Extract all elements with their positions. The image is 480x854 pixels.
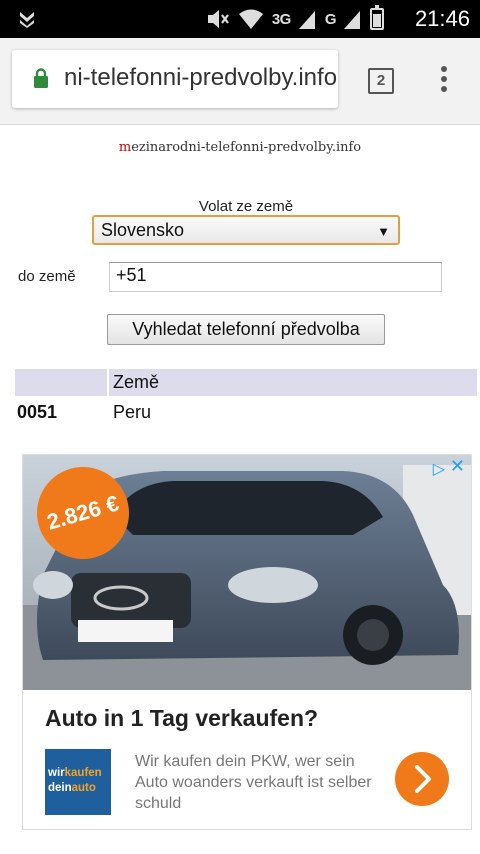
- site-name-text: ezinarodni-telefonni-predvolby.info: [131, 140, 362, 155]
- from-country-value: Slovensko: [101, 220, 185, 240]
- ad-cta-button[interactable]: [395, 752, 449, 806]
- advertisement[interactable]: 2.826 € ▷ ✕ Auto in 1 Tag verkaufen? wir…: [22, 454, 472, 830]
- browser-toolbar: ni-telefonni-predvolby.info 2: [0, 38, 480, 125]
- site-name: mezinarodni-telefonni-predvolby.info: [0, 140, 480, 155]
- close-icon[interactable]: ✕: [450, 456, 465, 477]
- result-country: Peru: [113, 402, 152, 422]
- wifi-icon: [238, 9, 263, 29]
- battery-icon: [370, 5, 384, 30]
- signal-1-icon: [298, 11, 315, 29]
- results-header-country: Země: [113, 372, 160, 392]
- chevron-right-icon: [415, 765, 431, 793]
- logo-word-wir: wir: [48, 767, 65, 779]
- from-country-label: Volat ze země: [198, 198, 294, 215]
- results-header-country-cell: Země: [109, 369, 477, 396]
- results-header: Země: [15, 369, 477, 396]
- logo-word-dein: dein: [48, 782, 72, 794]
- tab-switcher-button[interactable]: 2: [368, 68, 394, 94]
- status-bar: 3G G 21:46: [0, 0, 480, 38]
- result-code: 0051: [17, 402, 58, 422]
- status-icons: 3G G: [206, 5, 384, 31]
- logo-word-kaufen: kaufen: [64, 767, 102, 779]
- table-row: 0051 Peru: [15, 400, 477, 426]
- lock-icon: [34, 68, 48, 88]
- ad-description[interactable]: Wir kaufen dein PKW, wer sein Auto woand…: [135, 751, 385, 814]
- network-label-1: 3G: [271, 10, 292, 28]
- site-name-first-letter: m: [118, 140, 132, 155]
- signal-2-icon: [344, 11, 360, 29]
- advertiser-logo[interactable]: wirkaufen deinauto: [45, 749, 111, 815]
- dropdown-arrow-icon: ▼: [377, 224, 390, 239]
- download-arrow-icon: [20, 12, 34, 28]
- clock: 21:46: [414, 6, 470, 31]
- search-button[interactable]: Vyhledat telefonní předvolba: [107, 314, 385, 345]
- url-text: ni-telefonni-predvolby.info: [64, 64, 338, 91]
- overflow-menu-icon[interactable]: [438, 66, 450, 96]
- mute-icon: [207, 10, 229, 28]
- from-country-select[interactable]: Slovensko ▼: [92, 215, 400, 245]
- url-bar[interactable]: ni-telefonni-predvolby.info: [12, 50, 338, 108]
- code-input[interactable]: +51: [109, 262, 442, 292]
- ad-title[interactable]: Auto in 1 Tag verkaufen?: [45, 705, 318, 732]
- to-country-label: do země: [18, 268, 76, 285]
- logo-word-auto: auto: [71, 782, 96, 794]
- adchoices-icon[interactable]: ▷: [433, 459, 445, 479]
- results-header-code-cell: [15, 369, 107, 396]
- network-label-2: G: [324, 10, 337, 28]
